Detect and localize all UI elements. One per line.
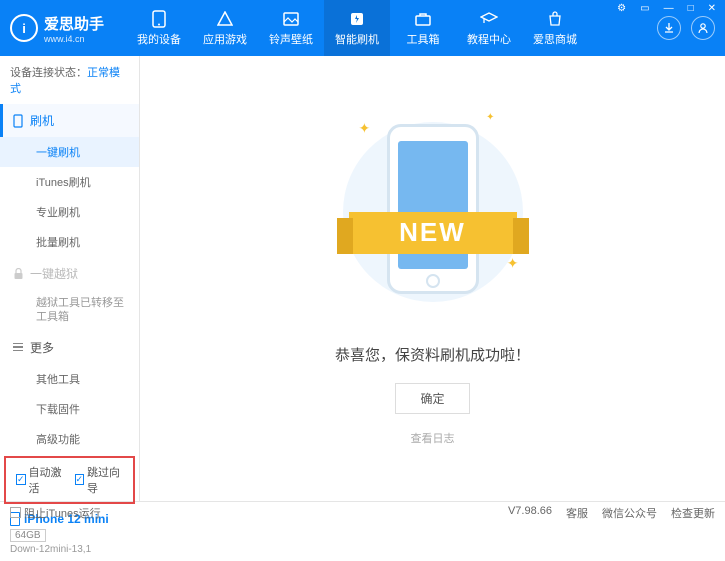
minimize-button[interactable]: — (661, 2, 677, 15)
view-log-link[interactable]: 查看日志 (411, 430, 455, 446)
wallpaper-icon (282, 10, 300, 28)
sidebar-jailbreak-header[interactable]: 一键越狱 (0, 257, 139, 290)
app-title: 爱思助手 (44, 13, 104, 34)
toolbox-icon (414, 10, 432, 28)
nav-label: 智能刷机 (335, 31, 379, 47)
main-nav: 我的设备 应用游戏 铃声壁纸 智能刷机 工具箱 教程中心 爱思商城 (126, 0, 657, 56)
close-button[interactable]: ✕ (705, 2, 719, 15)
sidebar: 设备连接状态：正常模式 刷机 一键刷机 iTunes刷机 专业刷机 批量刷机 一… (0, 56, 140, 501)
sidebar-sub-batch-flash[interactable]: 批量刷机 (0, 227, 139, 257)
settings-icon[interactable]: ⚙ (614, 2, 629, 15)
sidebar-more-header[interactable]: 更多 (0, 331, 139, 364)
tutorial-icon (480, 10, 498, 28)
main-content: ✦ ✦ ✦ NEW 恭喜您，保资料刷机成功啦！ 确定 查看日志 (140, 56, 725, 501)
sidebar-sub-other-tools[interactable]: 其他工具 (0, 364, 139, 394)
jailbreak-note: 越狱工具已转移至工具箱 (0, 290, 139, 331)
phone-small-icon (12, 115, 24, 127)
logo-area: i 爱思助手 www.i4.cn (0, 13, 114, 44)
nav-label: 教程中心 (467, 31, 511, 47)
sidebar-sub-itunes-flash[interactable]: iTunes刷机 (0, 167, 139, 197)
checkbox-block-itunes[interactable]: 阻止iTunes运行 (10, 505, 101, 521)
nav-label: 我的设备 (137, 31, 181, 47)
store-icon (546, 10, 564, 28)
sidebar-sub-advanced[interactable]: 高级功能 (0, 424, 139, 454)
version-label: V7.98.66 (508, 505, 552, 521)
phone-icon (150, 10, 168, 28)
success-message: 恭喜您，保资料刷机成功啦！ (335, 344, 530, 365)
flash-icon (348, 10, 366, 28)
checkbox-auto-activate[interactable]: ✓自动激活 (16, 464, 65, 496)
connection-status: 设备连接状态：正常模式 (0, 56, 139, 104)
sidebar-sub-pro-flash[interactable]: 专业刷机 (0, 197, 139, 227)
nav-apps-games[interactable]: 应用游戏 (192, 0, 258, 56)
nav-store[interactable]: 爱思商城 (522, 0, 588, 56)
checkbox-highlight-row: ✓自动激活 ✓跳过向导 (4, 456, 135, 504)
logo-icon: i (10, 14, 38, 42)
footer-link-update[interactable]: 检查更新 (671, 505, 715, 521)
footer-link-support[interactable]: 客服 (566, 505, 588, 521)
confirm-button[interactable]: 确定 (395, 383, 469, 414)
nav-label: 应用游戏 (203, 31, 247, 47)
download-button[interactable] (657, 16, 681, 40)
hamburger-icon (12, 341, 24, 353)
nav-toolbox[interactable]: 工具箱 (390, 0, 456, 56)
skin-icon[interactable]: ▭ (637, 2, 652, 15)
device-storage: 64GB (10, 529, 46, 542)
maximize-button[interactable]: □ (685, 2, 697, 15)
sidebar-sub-onekey-flash[interactable]: 一键刷机 (0, 137, 139, 167)
window-controls: ⚙ ▭ — □ ✕ (614, 2, 719, 15)
nav-label: 爱思商城 (533, 31, 577, 47)
nav-label: 工具箱 (407, 31, 440, 47)
sidebar-sub-download-firmware[interactable]: 下载固件 (0, 394, 139, 424)
nav-ringtone-wallpaper[interactable]: 铃声壁纸 (258, 0, 324, 56)
footer-link-wechat[interactable]: 微信公众号 (602, 505, 657, 521)
user-button[interactable] (691, 16, 715, 40)
new-ribbon: NEW (349, 212, 517, 254)
app-url: www.i4.cn (44, 34, 104, 44)
sidebar-flash-header[interactable]: 刷机 (0, 104, 139, 137)
nav-smart-flash[interactable]: 智能刷机 (324, 0, 390, 56)
lock-icon (12, 268, 24, 280)
checkbox-skip-guide[interactable]: ✓跳过向导 (75, 464, 124, 496)
nav-label: 铃声壁纸 (269, 31, 313, 47)
success-illustration: ✦ ✦ ✦ NEW (353, 112, 513, 322)
apps-icon (216, 10, 234, 28)
nav-tutorial[interactable]: 教程中心 (456, 0, 522, 56)
device-down-label: Down-12mini-13,1 (10, 544, 129, 555)
nav-my-device[interactable]: 我的设备 (126, 0, 192, 56)
